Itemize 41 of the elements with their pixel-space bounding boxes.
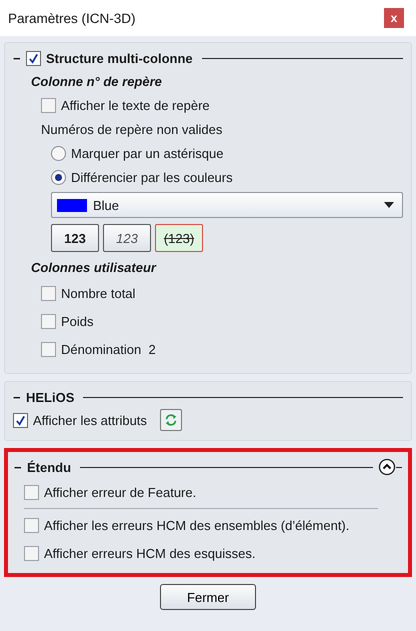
- checkbox-label: Afficher les attributs: [33, 412, 147, 428]
- number-style-button[interactable]: (123): [155, 224, 203, 252]
- radio-button[interactable]: [51, 170, 66, 184]
- group-label: Numéros de repère non valides: [40, 120, 224, 139]
- checkbox[interactable]: [13, 412, 28, 428]
- window-title: Paramètres (ICN-3D): [8, 10, 136, 26]
- color-dropdown[interactable]: Blue: [51, 192, 403, 218]
- refresh-icon: [164, 413, 178, 427]
- section-title: Étendu: [27, 460, 72, 474]
- checkbox[interactable]: [24, 518, 39, 532]
- checkbox[interactable]: [41, 286, 56, 300]
- number-style-button[interactable]: 123: [51, 224, 99, 252]
- radio-label: Marquer par un astérisque: [71, 146, 224, 160]
- close-button[interactable]: x: [384, 8, 404, 28]
- collapse-chevron-icon[interactable]: [378, 458, 396, 476]
- checkbox[interactable]: [24, 546, 39, 560]
- subsection-heading: Colonne n° de repère: [31, 74, 163, 89]
- number-style-button[interactable]: 123: [103, 224, 151, 252]
- checkbox-label: Afficher le texte de repère: [61, 98, 210, 112]
- section-title: Structure multi-colonne: [46, 50, 193, 66]
- subsection-heading: Colonnes utilisateur: [31, 260, 158, 275]
- radio-button[interactable]: [51, 146, 66, 160]
- collapse-toggle[interactable]: −: [14, 460, 22, 474]
- section-title: HELiOS: [26, 390, 74, 404]
- checkbox-label: Afficher erreurs HCM des esquisses.: [44, 546, 256, 560]
- checkbox-label: Afficher les erreurs HCM des ensembles (d’élément).: [44, 518, 350, 532]
- close-button[interactable]: Fermer: [160, 584, 256, 610]
- checkbox[interactable]: [41, 314, 56, 328]
- checkbox[interactable]: [26, 50, 41, 66]
- collapse-toggle[interactable]: −: [13, 50, 21, 66]
- refresh-button[interactable]: [160, 409, 182, 431]
- checkbox-label: Nombre total: [61, 286, 136, 300]
- checkbox[interactable]: [41, 98, 56, 112]
- checkbox[interactable]: [41, 342, 56, 356]
- checkbox-label: Dénomination 2: [61, 342, 156, 356]
- checkbox-label: Poids: [61, 314, 94, 328]
- collapse-toggle[interactable]: −: [13, 390, 21, 404]
- checkbox-label: Afficher erreur de Feature.: [44, 484, 196, 500]
- checkbox[interactable]: [24, 484, 39, 500]
- radio-label: Différencier par les couleurs: [71, 170, 233, 184]
- caret-icon: [384, 202, 394, 208]
